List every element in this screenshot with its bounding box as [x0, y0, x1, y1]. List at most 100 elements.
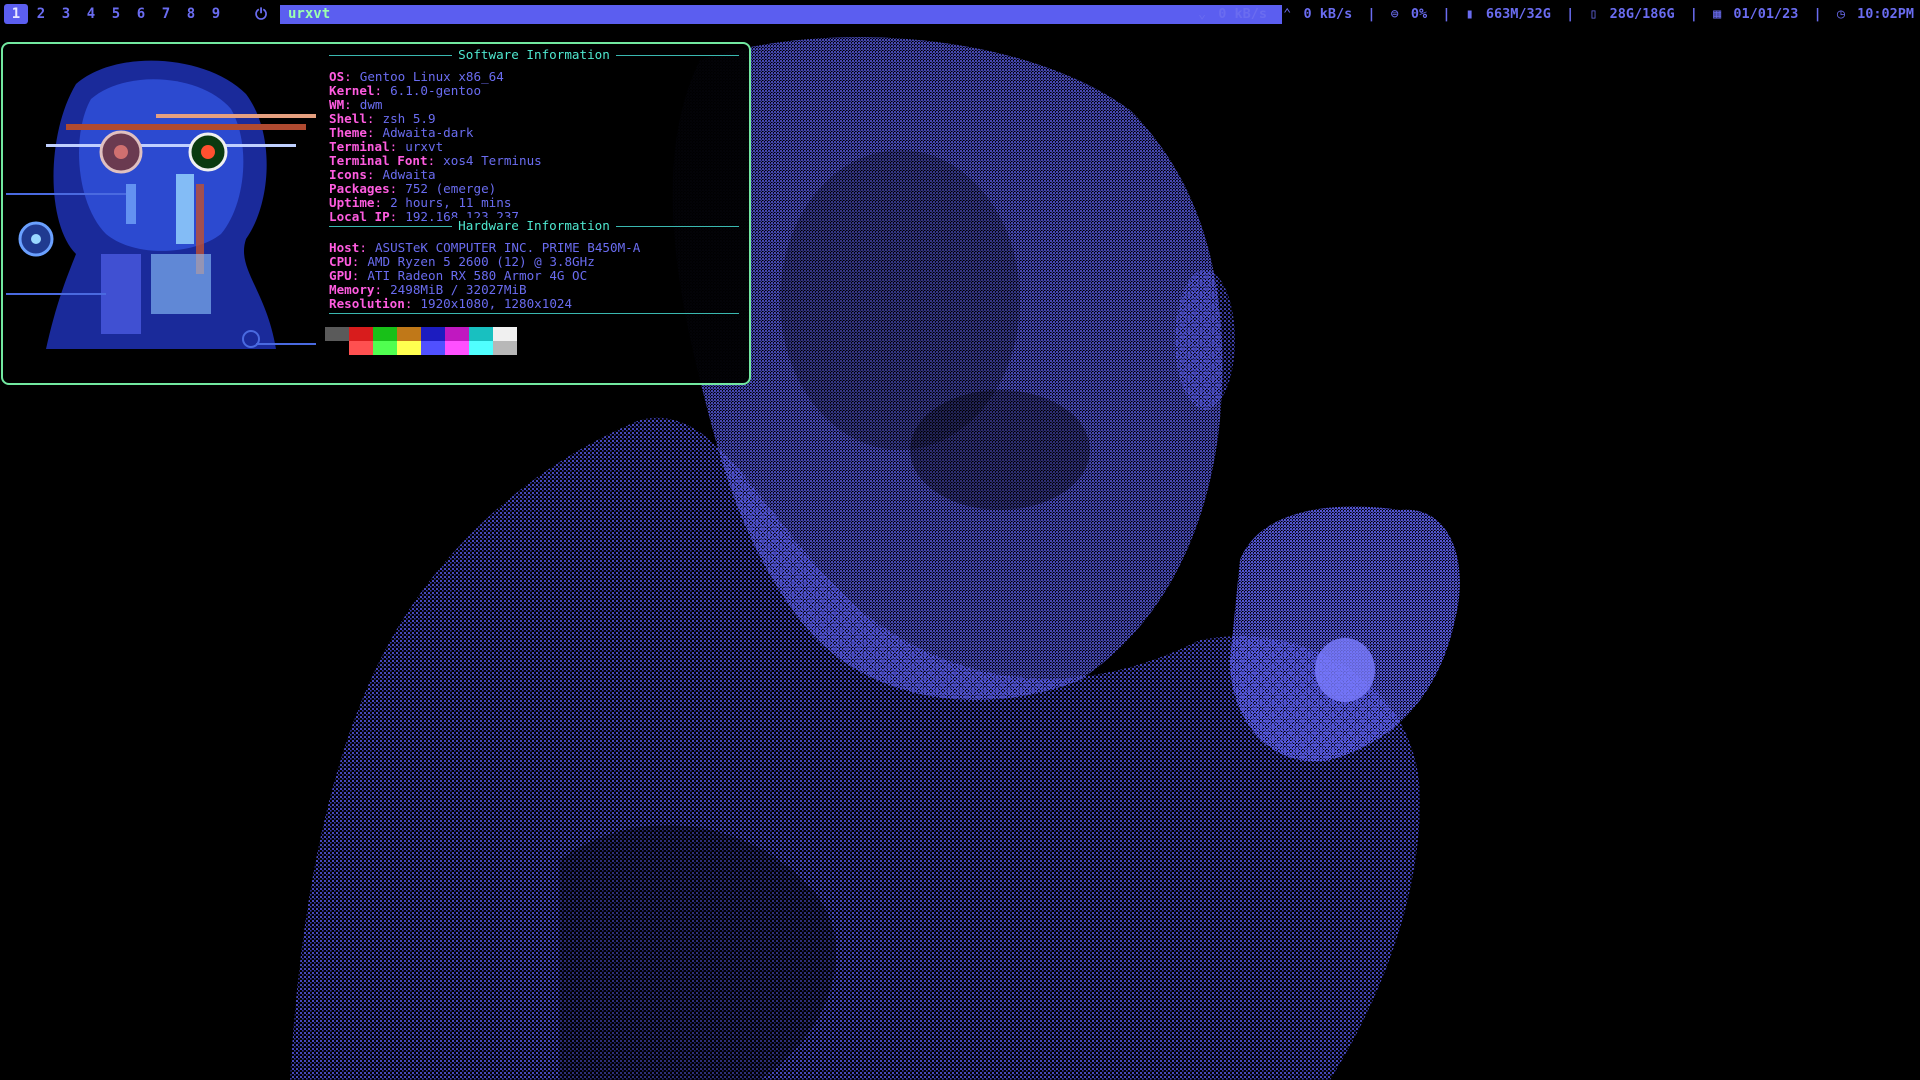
software-info-row: Shell: zsh 5.9	[329, 112, 739, 126]
info-key: Resolution	[329, 296, 405, 311]
palette-swatch	[469, 327, 493, 341]
disk-icon: ▯	[1589, 6, 1598, 22]
workspace-5[interactable]: 5	[104, 4, 128, 24]
separator: |	[1442, 6, 1451, 22]
hardware-section-header: Hardware Information	[329, 218, 739, 241]
time-value: 10:02PM	[1857, 6, 1914, 22]
info-colon: :	[344, 69, 352, 84]
separator: |	[1813, 6, 1822, 22]
software-info-row: Terminal: urxvt	[329, 140, 739, 154]
palette-swatch	[493, 341, 517, 355]
palette-swatch	[397, 327, 421, 341]
terminal-window[interactable]: Software Information OS: Gentoo Linux x86…	[1, 42, 751, 385]
separator: |	[1566, 6, 1575, 22]
memory-value: 663M/32G	[1485, 6, 1551, 22]
info-value: 1920x1080, 1280x1024	[420, 296, 573, 311]
info-colon: :	[374, 282, 383, 297]
palette-swatch	[325, 341, 349, 355]
hardware-info-row: Host: ASUSTeK COMPUTER INC. PRIME B450M-A	[329, 241, 739, 255]
software-header-label: Software Information	[452, 47, 616, 62]
software-info-row: Uptime: 2 hours, 11 mins	[329, 196, 739, 210]
info-key: Kernel	[329, 83, 375, 98]
software-info-row: Icons: Adwaita	[329, 168, 739, 182]
palette-swatch	[349, 327, 373, 341]
power-icon[interactable]: ⏻	[252, 4, 270, 24]
software-info-row: WM: dwm	[329, 98, 739, 112]
status-modules: ⌄ 0 kB/s ⌃ 0 kB/s | ⊜ 0% | ▮ 663M/32G | …	[1198, 4, 1914, 24]
palette-swatch	[445, 341, 469, 355]
workspace-3[interactable]: 3	[54, 4, 78, 24]
info-key: OS	[329, 69, 345, 84]
palette-swatch	[397, 341, 421, 355]
info-key: GPU	[329, 268, 352, 283]
info-key: Local IP	[329, 209, 390, 224]
clock-icon: ◷	[1836, 6, 1845, 22]
info-colon: :	[344, 97, 352, 112]
software-info-list: OS: Gentoo Linux x86_64 Kernel: 6.1.0-gento…	[329, 70, 739, 224]
workspace-6[interactable]: 6	[129, 4, 153, 24]
info-key: Uptime	[329, 195, 375, 210]
workspace-2[interactable]: 2	[29, 4, 53, 24]
info-value: dwm	[359, 97, 383, 112]
workspace-9[interactable]: 9	[204, 4, 228, 24]
info-colon: :	[374, 83, 383, 98]
workspace-7[interactable]: 7	[154, 4, 178, 24]
info-value: zsh 5.9	[382, 111, 436, 126]
status-bar: 1 2 3 4 5 6 7 8 9 ⏻ urxvt ⌄ 0 kB/s ⌃ 0 k…	[0, 0, 1920, 28]
separator: |	[1367, 6, 1376, 22]
info-value: xos4 Terminus	[443, 153, 542, 168]
info-key: Shell	[329, 111, 367, 126]
info-colon: :	[374, 195, 383, 210]
palette-swatch	[445, 327, 469, 341]
date-value: 01/01/23	[1733, 6, 1799, 22]
workspace-4[interactable]: 4	[79, 4, 103, 24]
net-down-value: 0 kB/s	[1218, 6, 1268, 22]
chevron-up-icon: ⌃	[1283, 6, 1292, 22]
info-value: Gentoo Linux x86_64	[359, 69, 504, 84]
chevron-down-icon: ⌄	[1197, 6, 1207, 22]
memory-icon: ▮	[1465, 6, 1474, 22]
palette-swatch	[373, 341, 397, 355]
info-key: Host	[329, 240, 360, 255]
hardware-info-row: CPU: AMD Ryzen 5 2600 (12) @ 3.8GHz	[329, 255, 739, 269]
info-key: Theme	[329, 125, 367, 140]
info-colon: :	[366, 167, 375, 182]
info-value: 2 hours, 11 mins	[390, 195, 512, 210]
section-divider	[329, 313, 739, 315]
hardware-info-row: Memory: 2498MiB / 32027MiB	[329, 283, 739, 297]
desktop: 1 2 3 4 5 6 7 8 9 ⏻ urxvt ⌄ 0 kB/s ⌃ 0 k…	[0, 0, 1920, 1080]
cpu-icon: ⊜	[1390, 6, 1399, 22]
hardware-info-row: GPU: ATI Radeon RX 580 Armor 4G OC	[329, 269, 739, 283]
workspace-1[interactable]: 1	[4, 4, 28, 24]
info-key: Terminal Font	[329, 153, 428, 168]
info-colon: :	[366, 125, 375, 140]
software-info-row: OS: Gentoo Linux x86_64	[329, 70, 739, 84]
fetch-ascii-art-image	[6, 54, 316, 349]
info-value: 6.1.0-gentoo	[390, 83, 482, 98]
software-info-row: Theme: Adwaita-dark	[329, 126, 739, 140]
cpu-value: 0%	[1410, 6, 1428, 22]
fetch-info: Software Information OS: Gentoo Linux x86…	[329, 47, 739, 315]
hardware-info-row: Resolution: 1920x1080, 1280x1024	[329, 297, 739, 311]
workspace-8[interactable]: 8	[179, 4, 203, 24]
hardware-info-list: Host: ASUSTeK COMPUTER INC. PRIME B450M-A…	[329, 241, 739, 311]
software-info-row: Packages: 752 (emerge)	[329, 182, 739, 196]
software-section-header: Software Information	[329, 47, 739, 70]
software-info-row: Kernel: 6.1.0-gentoo	[329, 84, 739, 98]
software-info-row: Terminal Font: xos4 Terminus	[329, 154, 739, 168]
info-key: Packages	[329, 181, 390, 196]
palette-swatch	[421, 341, 445, 355]
disk-value: 28G/186G	[1609, 6, 1675, 22]
info-key: Icons	[329, 167, 367, 182]
info-value: ASUSTeK COMPUTER INC. PRIME B450M-A	[374, 240, 641, 255]
window-title: urxvt	[280, 5, 1282, 24]
palette-swatch	[421, 327, 445, 341]
palette-swatch	[493, 327, 517, 341]
info-value: Adwaita-dark	[382, 125, 474, 140]
info-value: ATI Radeon RX 580 Armor 4G OC	[367, 268, 588, 283]
separator: |	[1689, 6, 1698, 22]
info-colon: :	[366, 111, 375, 126]
calendar-icon: ▦	[1713, 6, 1722, 22]
info-key: WM	[329, 97, 345, 112]
info-key: Terminal	[329, 139, 390, 154]
